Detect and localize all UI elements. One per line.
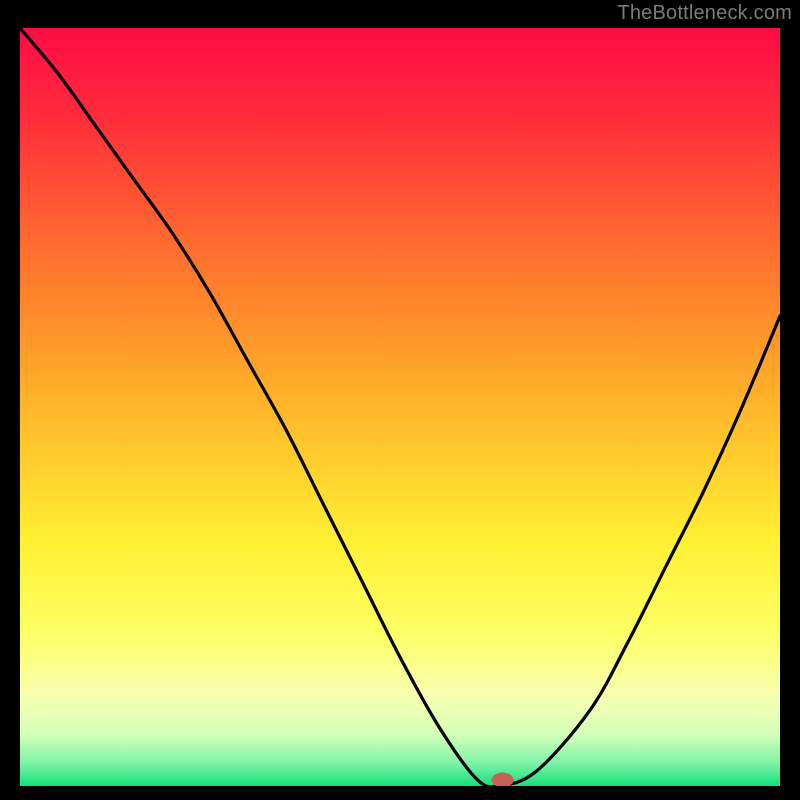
- chart-plot: [20, 28, 780, 786]
- chart-svg: [20, 28, 780, 786]
- chart-background: [20, 28, 780, 786]
- watermark-text: TheBottleneck.com: [617, 2, 792, 25]
- chart-frame: TheBottleneck.com: [0, 0, 800, 800]
